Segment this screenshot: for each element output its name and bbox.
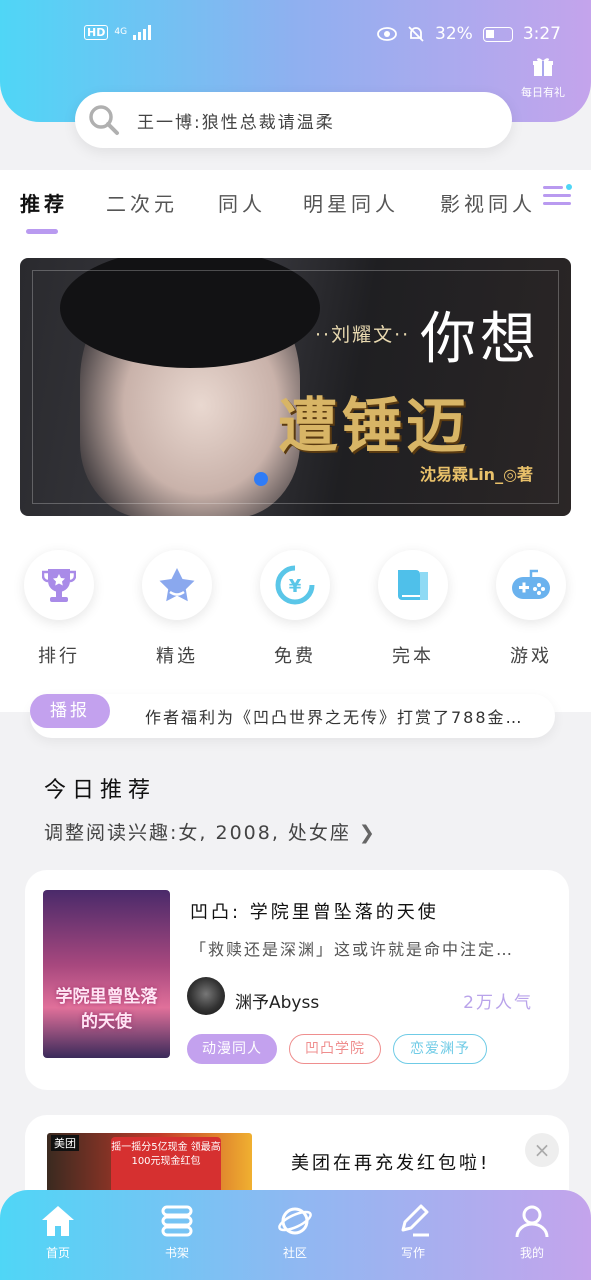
nav-bookshelf[interactable]: 书架 [137,1204,217,1261]
search-bar[interactable]: 王一博:狼性总裁请温柔 [75,92,512,148]
nav-profile[interactable]: 我的 [492,1204,572,1261]
nav-profile-label: 我的 [519,1246,544,1260]
tab-recommend[interactable]: 推荐 [20,188,68,217]
broadcast-tag: 播报 [30,694,110,728]
book-author[interactable]: 渊予Abyss [235,988,319,1013]
finished-circle [378,550,448,620]
tag-chip[interactable]: 动漫同人 [187,1034,277,1064]
quick-link-games[interactable]: 游戏 [494,550,568,668]
book-title[interactable]: 凹凸: 学院里曾坠落的天使 [190,898,439,924]
pen-icon [401,1204,429,1237]
category-tabs: 推荐 二次元 同人 明星同人 影视同人 [0,170,591,240]
quick-link-ranking[interactable]: 排行 [22,550,96,668]
ad-close-button[interactable]: × [525,1133,559,1167]
book-card[interactable]: 学院里曾坠落的天使 凹凸: 学院里曾坠落的天使 「救赎还是深渊」这或许就是命中注… [25,870,569,1090]
active-tab-indicator [26,229,58,234]
daily-gift-button[interactable]: 每日有礼 [515,56,571,100]
tab-fanfic[interactable]: 同人 [218,188,266,217]
free-circle: ¥ [260,550,330,620]
finished-label: 完本 [392,646,434,667]
quick-link-featured[interactable]: 精选 [140,550,214,668]
ad-image-text: 摇一摇分5亿现金 领最高100元现金红包 [111,1137,221,1197]
yuan-icon: ¥ [275,565,315,605]
quick-link-free[interactable]: ¥ 免费 [258,550,332,668]
ad-text: 美团在再充发红包啦! [291,1153,491,1174]
home-icon [42,1206,74,1236]
star-icon [159,568,195,602]
games-label: 游戏 [510,646,552,667]
gift-label: 每日有礼 [521,86,565,99]
gamepad-icon [512,569,550,599]
tab-anime[interactable]: 二次元 [106,188,178,217]
broadcast-text: 作者福利为《凹凸世界之无传》打赏了788金… [145,708,524,727]
nav-write-label: 写作 [400,1246,425,1260]
tag-chip[interactable]: 恋爱渊予 [393,1034,487,1064]
chevron-right-icon: ❯ [358,822,377,844]
broadcast-bar[interactable]: 播报 作者福利为《凹凸世界之无传》打赏了788金… [30,694,555,738]
nav-write[interactable]: 写作 [373,1204,453,1261]
battery-icon [482,26,513,42]
bottom-navigation: 首页 书架 社区 写作 我的 [0,1190,591,1280]
cover-title: 学院里曾坠落的天使 [55,987,158,1032]
status-bar: HD 4G 32% 3:27 [0,0,591,68]
carousel-dot-active[interactable] [254,472,268,486]
free-label: 免费 [274,646,316,667]
book-popularity: 2万人气 [463,993,533,1013]
battery-percent: 32% [435,24,473,44]
mute-bell-icon [408,26,424,42]
games-circle [496,550,566,620]
quick-link-finished[interactable]: 完本 [376,550,450,668]
network-type: 4G [114,26,128,37]
book-description: 「救赎还是深渊」这或许就是命中注定… [190,940,515,959]
eye-icon [377,27,397,41]
tab-tv-fanfic[interactable]: 影视同人 [440,188,536,217]
nav-home[interactable]: 首页 [18,1204,98,1261]
tag-chip[interactable]: 凹凸学院 [289,1034,381,1064]
ranking-label: 排行 [38,646,80,667]
planet-icon [278,1207,312,1235]
today-recommend-heading: 今日推荐 [44,778,157,803]
category-menu-icon[interactable] [543,182,573,210]
status-left: HD 4G [84,24,152,40]
tab-celebrity-fanfic[interactable]: 明星同人 [303,188,399,217]
book-cover[interactable]: 学院里曾坠落的天使 [43,890,170,1058]
featured-label: 精选 [156,646,198,667]
ranking-circle [24,550,94,620]
signal-icon [133,24,152,40]
reading-preference-link[interactable]: 调整阅读兴趣:女, 2008, 处女座 ❯ [44,818,377,845]
nav-bookshelf-label: 书架 [164,1246,189,1260]
search-placeholder: 王一博:狼性总裁请温柔 [137,112,335,133]
featured-circle [142,550,212,620]
trophy-icon [42,569,76,602]
ad-brand: 美团 [51,1135,79,1151]
banner-subtitle: ··刘耀文·· [315,324,411,346]
app-root: HD 4G 32% 3:27 每日有礼 王一博:狼性总裁请温柔 推荐 二次元 同… [0,0,591,1280]
banner-author: 沈易霖Lin_◎著 [420,465,534,484]
author-avatar[interactable] [187,977,225,1015]
book-icon [398,570,428,600]
promo-banner[interactable]: ··刘耀文·· 你想 遭锤迈 沈易霖Lin_◎著 [20,258,571,516]
nav-home-label: 首页 [45,1246,70,1260]
gift-icon [533,58,553,76]
clock: 3:27 [522,24,561,44]
search-icon [89,105,119,135]
banner-title-top: 你想 [420,307,540,372]
svg-text:¥: ¥ [289,576,302,597]
hd-badge: HD [84,24,109,40]
nav-community[interactable]: 社区 [255,1204,335,1261]
bookshelf-icon [161,1205,193,1237]
nav-community-label: 社区 [282,1246,307,1260]
user-icon [515,1205,549,1238]
preference-text: 调整阅读兴趣:女, 2008, 处女座 [44,822,351,844]
status-right: 32% 3:27 [377,24,561,44]
banner-title-bottom: 遭锤迈 [278,392,470,462]
